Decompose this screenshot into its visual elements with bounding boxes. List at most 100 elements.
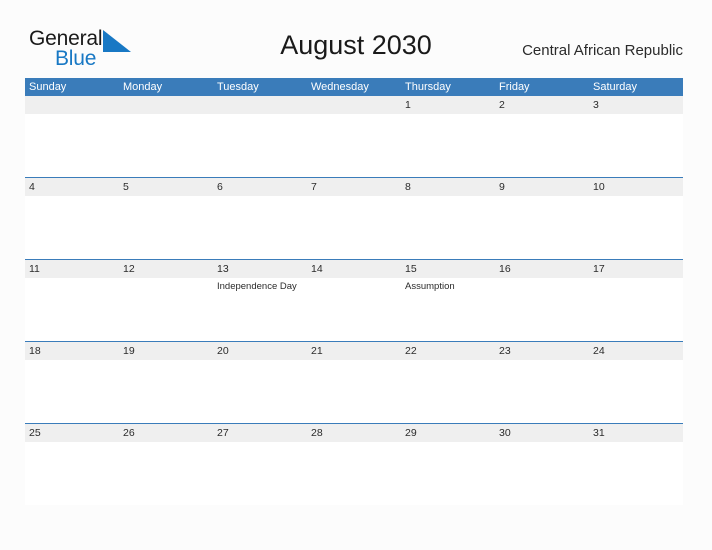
day-number: 24 — [593, 345, 605, 357]
day-cell[interactable]: 29 — [401, 424, 495, 442]
day-cell[interactable]: 25 — [25, 424, 119, 442]
day-cell[interactable]: 26 — [119, 424, 213, 442]
day-events-cell[interactable] — [495, 442, 589, 504]
day-events-cell[interactable] — [589, 278, 683, 340]
day-cell[interactable]: 17 — [589, 260, 683, 278]
day-number: 28 — [311, 427, 323, 439]
day-events-cell[interactable] — [213, 196, 307, 258]
day-events-cell[interactable] — [495, 114, 589, 176]
day-number: 31 — [593, 427, 605, 439]
day-number: 29 — [405, 427, 417, 439]
calendar-week-row: 1 2 3 — [25, 96, 683, 177]
day-cell[interactable]: 15 — [401, 260, 495, 278]
day-number: 16 — [499, 263, 511, 275]
day-cell[interactable]: 27 — [213, 424, 307, 442]
day-events-cell[interactable] — [495, 196, 589, 258]
day-number: 26 — [123, 427, 135, 439]
weekday-header-row: Sunday Monday Tuesday Wednesday Thursday… — [25, 78, 683, 96]
day-cell-empty — [25, 96, 119, 114]
holiday-label: Assumption — [405, 281, 455, 292]
day-number: 21 — [311, 345, 323, 357]
day-events-cell[interactable] — [589, 196, 683, 258]
day-cell[interactable]: 12 — [119, 260, 213, 278]
day-events-cell[interactable] — [401, 360, 495, 422]
day-cell[interactable]: 18 — [25, 342, 119, 360]
day-cell[interactable]: 1 — [401, 96, 495, 114]
day-number: 20 — [217, 345, 229, 357]
day-number: 15 — [405, 263, 417, 275]
day-cell[interactable]: 11 — [25, 260, 119, 278]
day-events-cell[interactable] — [119, 196, 213, 258]
day-events-cell[interactable] — [119, 278, 213, 340]
day-events-cell[interactable] — [495, 278, 589, 340]
day-events-cell[interactable] — [307, 442, 401, 504]
day-events-cell[interactable] — [119, 360, 213, 422]
day-cell[interactable]: 8 — [401, 178, 495, 196]
day-events-cell — [307, 114, 401, 176]
day-cell[interactable]: 20 — [213, 342, 307, 360]
calendar-page: General Blue August 2030 Central African… — [0, 0, 712, 550]
week-event-area: Independence Day Assumption — [25, 278, 683, 340]
day-cell[interactable]: 21 — [307, 342, 401, 360]
day-cell[interactable]: 28 — [307, 424, 401, 442]
day-cell[interactable]: 14 — [307, 260, 401, 278]
day-number: 8 — [405, 181, 411, 193]
day-cell[interactable]: 6 — [213, 178, 307, 196]
day-cell[interactable]: 24 — [589, 342, 683, 360]
day-events-cell[interactable] — [401, 442, 495, 504]
day-events-cell[interactable]: Independence Day — [213, 278, 307, 340]
weekday-header-friday: Friday — [499, 81, 530, 93]
day-cell-empty — [119, 96, 213, 114]
day-events-cell[interactable] — [213, 360, 307, 422]
day-cell[interactable]: 3 — [589, 96, 683, 114]
day-events-cell[interactable] — [401, 196, 495, 258]
day-number: 27 — [217, 427, 229, 439]
day-cell[interactable]: 4 — [25, 178, 119, 196]
day-events-cell[interactable] — [25, 278, 119, 340]
day-events-cell[interactable] — [589, 442, 683, 504]
day-events-cell[interactable] — [589, 360, 683, 422]
day-events-cell[interactable] — [307, 360, 401, 422]
day-events-cell[interactable] — [307, 278, 401, 340]
day-events-cell[interactable] — [25, 442, 119, 504]
day-number: 3 — [593, 99, 599, 111]
day-number: 14 — [311, 263, 323, 275]
day-cell[interactable]: 2 — [495, 96, 589, 114]
weekday-header-tuesday: Tuesday — [217, 81, 259, 93]
day-events-cell[interactable] — [307, 196, 401, 258]
day-events-cell[interactable]: Assumption — [401, 278, 495, 340]
day-cell-empty — [307, 96, 401, 114]
day-cell[interactable]: 23 — [495, 342, 589, 360]
day-events-cell[interactable] — [25, 360, 119, 422]
day-cell[interactable]: 5 — [119, 178, 213, 196]
day-cell[interactable]: 10 — [589, 178, 683, 196]
day-cell[interactable]: 19 — [119, 342, 213, 360]
day-cell[interactable]: 30 — [495, 424, 589, 442]
day-cell[interactable]: 16 — [495, 260, 589, 278]
day-number: 13 — [217, 263, 229, 275]
day-events-cell[interactable] — [119, 442, 213, 504]
day-number: 2 — [499, 99, 505, 111]
day-events-cell[interactable] — [589, 114, 683, 176]
day-cell[interactable]: 7 — [307, 178, 401, 196]
day-events-cell[interactable] — [25, 196, 119, 258]
week-event-area — [25, 442, 683, 504]
week-date-band: 18 19 20 21 22 23 24 — [25, 342, 683, 360]
day-events-cell — [119, 114, 213, 176]
day-cell-empty — [213, 96, 307, 114]
day-cell[interactable]: 22 — [401, 342, 495, 360]
week-date-band: 11 12 13 14 15 16 17 — [25, 260, 683, 278]
day-events-cell[interactable] — [213, 442, 307, 504]
day-cell[interactable]: 9 — [495, 178, 589, 196]
day-events-cell[interactable] — [401, 114, 495, 176]
day-cell[interactable]: 31 — [589, 424, 683, 442]
calendar-week-row: 18 19 20 21 22 23 24 — [25, 341, 683, 423]
day-number: 23 — [499, 345, 511, 357]
country-label: Central African Republic — [522, 42, 683, 59]
day-events-cell[interactable] — [495, 360, 589, 422]
day-number: 12 — [123, 263, 135, 275]
day-events-cell — [213, 114, 307, 176]
day-cell[interactable]: 13 — [213, 260, 307, 278]
day-number: 6 — [217, 181, 223, 193]
weekday-header-thursday: Thursday — [405, 81, 451, 93]
